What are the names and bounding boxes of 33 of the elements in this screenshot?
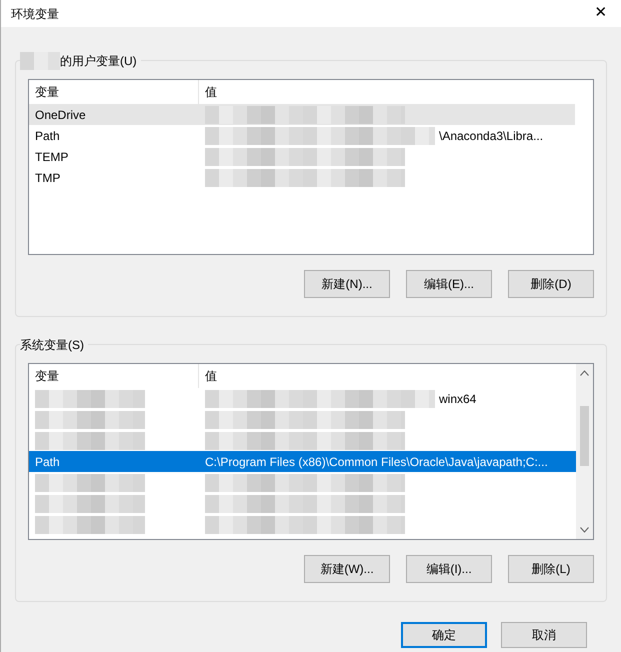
column-header[interactable]: 值 xyxy=(199,364,576,388)
variable-name: TMP xyxy=(35,170,60,186)
dialog-button[interactable]: 删除(L) xyxy=(508,555,594,583)
scrollbar[interactable] xyxy=(576,364,593,539)
variable-value: C:\Program Files (x86)\Common Files\Oracle\Java\javapath;C:... xyxy=(205,454,548,470)
dialog-button[interactable]: 编辑(I)... xyxy=(406,555,492,583)
variable-name: Path xyxy=(35,128,60,144)
list-row[interactable]: winx64 xyxy=(29,388,576,409)
variable-name: OneDrive xyxy=(35,106,86,124)
scroll-up-icon[interactable] xyxy=(580,370,589,376)
close-button[interactable]: ✕ xyxy=(581,0,621,27)
dialog-button[interactable]: 新建(W)... xyxy=(304,555,390,583)
list-row[interactable]: OneDrive xyxy=(29,104,575,125)
scroll-down-icon[interactable] xyxy=(580,527,589,533)
variable-name: Path xyxy=(35,454,60,470)
group-label: 系统变量(S) xyxy=(20,337,84,354)
column-header[interactable]: 值 xyxy=(199,80,593,104)
ok-button[interactable]: 确定 xyxy=(401,622,487,648)
column-header[interactable]: 变量 xyxy=(29,364,199,388)
variable-value: \Anaconda3\Libra... xyxy=(439,128,544,144)
list-row[interactable]: TMP xyxy=(29,167,575,188)
variable-name: TEMP xyxy=(35,148,68,166)
cancel-button[interactable]: 取消 xyxy=(501,622,587,648)
dialog-button[interactable]: 删除(D) xyxy=(508,270,594,298)
list-row[interactable]: Path C:\Program Files (x86)\Common Files\Oracle\Java\javapath;C:... xyxy=(29,451,576,472)
group-label: 的用户变量(U) xyxy=(60,53,137,70)
variable-value: winx64 xyxy=(439,390,476,408)
scroll-thumb[interactable] xyxy=(580,406,589,466)
list-row[interactable]: TEMP xyxy=(29,146,575,167)
dialog-button[interactable]: 编辑(E)... xyxy=(406,270,492,298)
window-title: 环境变量 xyxy=(11,6,59,22)
list-row[interactable]: Path \Anaconda3\Libra... xyxy=(29,125,575,146)
dialog-button[interactable]: 新建(N)... xyxy=(304,270,390,298)
